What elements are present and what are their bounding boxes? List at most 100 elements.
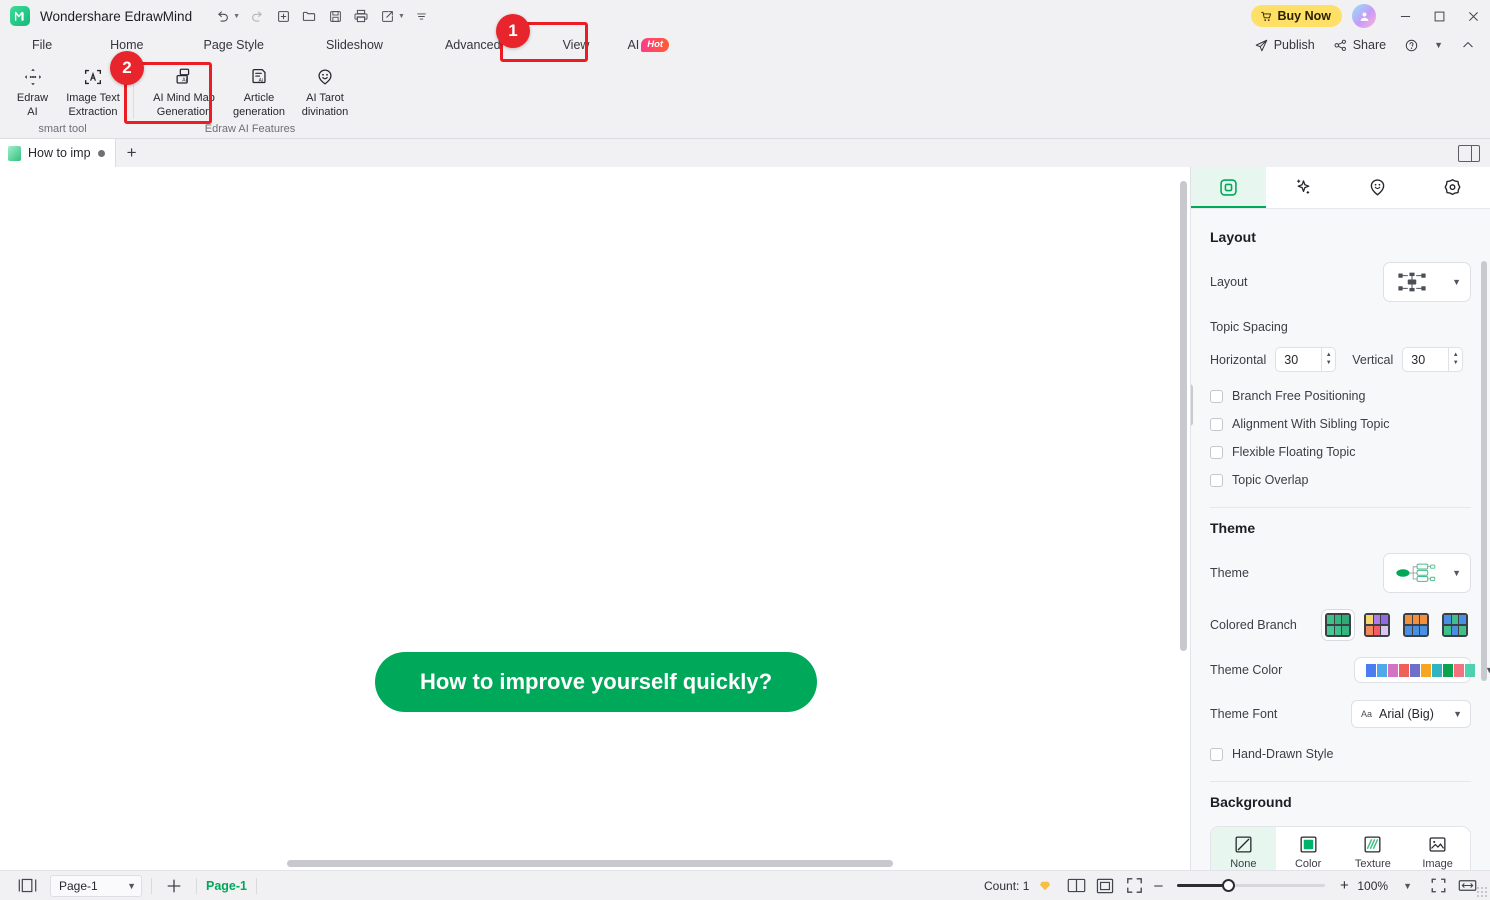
publish-button[interactable]: Publish [1247,35,1322,56]
ribbon-ai-tarot-divination[interactable]: AI Tarot divination [292,58,358,120]
add-document-button[interactable]: + [116,139,148,167]
canvas-horizontal-scrollbar[interactable] [287,860,893,867]
publish-icon [1254,38,1269,53]
zoom-slider[interactable] [1177,879,1326,892]
panel-tab-icons[interactable] [1341,167,1416,208]
export-caret-icon[interactable]: ▼ [398,13,405,20]
unsaved-dot-icon[interactable] [97,149,105,157]
theme-row: Theme ▼ [1210,553,1471,593]
background-options: None Color Texture Image [1210,826,1471,870]
layout-dropdown[interactable]: ▼ [1383,262,1471,302]
background-option-color[interactable]: Color [1276,827,1341,870]
background-option-none[interactable]: None [1211,827,1276,870]
redo-icon[interactable] [245,4,269,28]
panel-tab-style[interactable] [1266,167,1341,208]
zoom-level-value[interactable]: 100% [1357,879,1388,893]
checkbox-icon[interactable] [1210,473,1223,487]
document-tab-bar: How to imp + [0,139,1490,167]
resize-grip[interactable] [1476,886,1488,898]
zoom-caret-icon[interactable]: ▼ [1403,881,1412,891]
theme-dropdown[interactable]: ▼ [1383,553,1471,593]
menu-item-slideshow[interactable]: Slideshow [316,35,393,55]
vertical-stepper[interactable]: 30 ▲ ▼ [1402,347,1464,372]
undo-icon[interactable] [210,4,234,28]
buy-now-button[interactable]: Buy Now [1250,5,1342,27]
close-button[interactable] [1456,0,1490,32]
checkbox-icon[interactable] [1210,417,1223,431]
background-option-image[interactable]: Image [1405,827,1470,870]
print-icon[interactable] [349,4,373,28]
vertical-input[interactable]: 30 [1402,347,1449,372]
add-page-icon[interactable] [161,875,187,897]
zoom-out-button[interactable]: – [1150,877,1166,894]
page-select-dropdown[interactable]: Page-1 ▼ [50,874,142,897]
theme-font-dropdown[interactable]: Aa Arial (Big) ▼ [1351,700,1471,728]
checkbox-topic-overlap[interactable]: Topic Overlap [1210,473,1471,487]
user-avatar-icon[interactable] [1352,4,1376,28]
colored-branch-row: Colored Branch [1210,610,1471,640]
background-option-label: None [1230,858,1257,870]
help-icon [1404,38,1419,53]
panel-tab-settings[interactable] [1415,167,1490,208]
root-topic-node[interactable]: How to improve yourself quickly? [375,652,817,712]
chevron-down-icon: ▼ [1453,709,1462,719]
vertical-spin-buttons[interactable]: ▲ ▼ [1448,347,1464,372]
ai-tarot-icon [314,65,336,89]
menu-item-ai[interactable]: AI Hot [623,36,673,54]
zoom-in-button[interactable]: + [1336,877,1352,894]
theme-color-dropdown[interactable]: ▼ [1354,657,1490,683]
fullscreen-icon[interactable] [1425,875,1451,897]
ribbon-article-generation[interactable]: Ai Article generation [226,58,292,120]
document-icon [8,145,21,161]
collapse-ribbon-button[interactable] [1454,35,1482,55]
toggle-outline-icon[interactable] [14,875,40,897]
panel-tab-layout[interactable] [1191,167,1266,208]
two-page-view-icon[interactable] [1063,875,1089,897]
checkbox-flexible-floating-topic[interactable]: Flexible Floating Topic [1210,445,1471,459]
horizontal-stepper[interactable]: 30 ▲ ▼ [1275,347,1337,372]
ribbon-edraw-ai[interactable]: Edraw AI [4,58,61,120]
menu-item-file[interactable]: File [22,35,62,55]
maximize-button[interactable] [1422,0,1456,32]
mindmap-canvas[interactable]: How to improve yourself quickly? [0,167,1190,870]
panel-scrollbar[interactable] [1481,261,1487,681]
status-bar: Page-1 ▼ Page-1 Count: 1 – + 100% ▼ [0,870,1490,900]
save-disk-icon[interactable] [323,4,347,28]
checkbox-branch-free-positioning[interactable]: Branch Free Positioning [1210,389,1471,403]
checkbox-hand-drawn-style[interactable]: Hand-Drawn Style [1210,747,1471,761]
minimize-button[interactable] [1388,0,1422,32]
help-button[interactable]: ▼ [1397,35,1450,56]
share-button[interactable]: Share [1326,35,1393,56]
export-share-icon[interactable] [375,4,399,28]
horizontal-spin-buttons[interactable]: ▲ ▼ [1321,347,1337,372]
zoom-slider-handle[interactable] [1222,879,1236,892]
toggle-right-panel-icon[interactable] [1458,144,1480,162]
document-bar-right [1458,144,1490,162]
canvas-vertical-scrollbar[interactable] [1180,181,1187,651]
new-file-icon[interactable] [271,4,295,28]
undo-caret-icon[interactable]: ▼ [233,13,240,20]
branch-swatch-2[interactable] [1361,610,1393,640]
panel-left-scroll-grip[interactable] [1191,384,1193,426]
checkbox-alignment-with-sibling-topic[interactable]: Alignment With Sibling Topic [1210,417,1471,431]
branch-swatch-4[interactable] [1439,610,1471,640]
horizontal-input[interactable]: 30 [1275,347,1322,372]
ribbon-ai-mindmap-generation[interactable]: Ai AI Mind Map Generation [142,58,226,120]
checkbox-icon[interactable] [1210,389,1223,403]
menu-item-page-style[interactable]: Page Style [194,35,274,55]
document-tab[interactable]: How to imp [0,139,116,167]
fit-page-icon[interactable] [1092,875,1118,897]
background-option-texture[interactable]: Texture [1341,827,1406,870]
checkbox-icon[interactable] [1210,747,1223,761]
theme-font-row: Theme Font Aa Arial (Big) ▼ [1210,700,1471,728]
chevron-down-icon: ▼ [1452,568,1461,578]
fit-screen-icon[interactable] [1121,875,1147,897]
menu-item-view[interactable]: View [553,35,600,55]
more-options-icon[interactable] [410,4,434,28]
branch-swatch-1[interactable] [1322,610,1354,640]
current-page-chip[interactable]: Page-1 [206,879,247,893]
checkbox-label: Topic Overlap [1232,473,1309,487]
branch-swatch-3[interactable] [1400,610,1432,640]
open-folder-icon[interactable] [297,4,321,28]
checkbox-icon[interactable] [1210,445,1223,459]
